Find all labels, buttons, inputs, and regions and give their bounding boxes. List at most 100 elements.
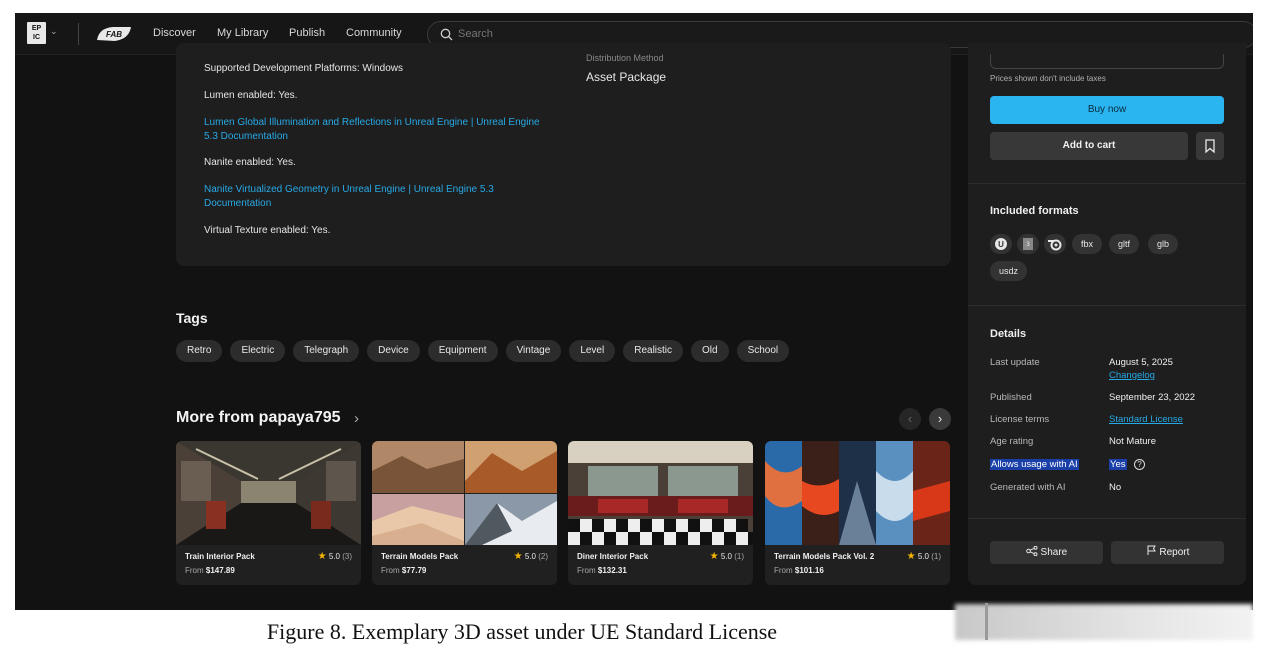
blender-icon bbox=[1044, 234, 1066, 254]
tag-chip[interactable]: Electric bbox=[230, 340, 286, 362]
nav-my-library-link[interactable]: My Library bbox=[217, 27, 268, 39]
figure-caption-text: Figure 8. Exemplary 3D asset under UE St… bbox=[266, 619, 778, 644]
fab-logo-icon[interactable]: FAB bbox=[95, 24, 133, 44]
price-prefix: From bbox=[381, 566, 400, 575]
technical-details-panel: Distribution Method Asset Package Suppor… bbox=[176, 43, 951, 266]
card-price-line: From $132.31 bbox=[577, 566, 627, 575]
tax-note: Prices shown don't include taxes bbox=[990, 74, 1106, 83]
card-rating: ★ 5.0 (1) bbox=[710, 551, 744, 562]
chevron-down-icon[interactable]: ⌄ bbox=[50, 26, 58, 37]
ai-usage-value: Yes bbox=[1109, 459, 1127, 470]
published-label: Published bbox=[990, 392, 1032, 403]
card-rating: ★ 5.0 (2) bbox=[514, 551, 548, 562]
tags-list: Retro Electric Telegraph Device Equipmen… bbox=[176, 340, 790, 364]
card-price: $101.16 bbox=[794, 566, 824, 575]
nav-discover-link[interactable]: Discover bbox=[153, 27, 196, 39]
terrain-vol2-thumbnail bbox=[765, 441, 950, 545]
figure-caption: Figure 8. Exemplary 3D asset under UE St… bbox=[0, 619, 1268, 645]
ai-usage-label-text: Allows usage with AI bbox=[990, 459, 1079, 470]
product-card[interactable]: Diner Interior Pack ★ 5.0 (1) From $132.… bbox=[568, 441, 753, 585]
ai-usage-label: Allows usage with AI bbox=[990, 459, 1079, 470]
supported-platforms-text: Supported Development Platforms: Windows bbox=[204, 63, 403, 74]
epic-games-logo-icon[interactable]: EP IC bbox=[27, 22, 46, 44]
add-to-cart-button[interactable]: Add to cart bbox=[990, 132, 1188, 160]
price-prefix: From bbox=[577, 566, 596, 575]
card-price-line: From $77.79 bbox=[381, 566, 426, 575]
age-rating-value: Not Mature bbox=[1109, 436, 1156, 447]
nanite-enabled-text: Nanite enabled: Yes. bbox=[204, 157, 296, 168]
tag-chip[interactable]: School bbox=[736, 340, 790, 362]
rating-count: (1) bbox=[931, 552, 941, 561]
distribution-method-value: Asset Package bbox=[586, 70, 667, 84]
license-select[interactable] bbox=[990, 54, 1224, 69]
tag-chip[interactable]: Vintage bbox=[505, 340, 562, 362]
tag-chip[interactable]: Level bbox=[569, 340, 616, 362]
svg-text:U: U bbox=[998, 240, 1004, 249]
card-title: Train Interior Pack bbox=[185, 552, 255, 561]
purchase-sidebar: Prices shown don't include taxes Buy now… bbox=[968, 43, 1246, 585]
report-label: Report bbox=[1159, 547, 1190, 558]
product-card[interactable]: Train Interior Pack ★ 5.0 (3) From $147.… bbox=[176, 441, 361, 585]
virtual-texture-text: Virtual Texture enabled: Yes. bbox=[204, 225, 331, 236]
standard-license-link[interactable]: Standard License bbox=[1109, 414, 1183, 425]
card-title: Terrain Models Pack bbox=[381, 552, 459, 561]
tag-chip[interactable]: Telegraph bbox=[293, 340, 360, 362]
bookmark-icon bbox=[1205, 139, 1215, 154]
chevron-right-icon[interactable]: › bbox=[354, 410, 359, 427]
card-price: $77.79 bbox=[401, 566, 427, 575]
price-prefix: From bbox=[774, 566, 793, 575]
nav-divider bbox=[78, 23, 79, 45]
tag-chip[interactable]: Retro bbox=[176, 340, 223, 362]
last-update-value: August 5, 2025 bbox=[1109, 357, 1173, 368]
tag-chip[interactable]: Device bbox=[367, 340, 420, 362]
carousel-next-button[interactable]: › bbox=[929, 408, 951, 430]
card-price: $132.31 bbox=[597, 566, 627, 575]
included-formats-heading: Included formats bbox=[990, 205, 1079, 217]
product-card[interactable]: Terrain Models Pack Vol. 2 ★ 5.0 (1) Fro… bbox=[765, 441, 950, 585]
buy-now-button[interactable]: Buy now bbox=[990, 96, 1224, 124]
card-rating: ★ 5.0 (3) bbox=[318, 551, 352, 562]
rating-value: 5.0 bbox=[917, 552, 929, 561]
tag-chip[interactable]: Equipment bbox=[427, 340, 498, 362]
last-update-label: Last update bbox=[990, 357, 1040, 368]
diner-interior-thumbnail bbox=[568, 441, 753, 545]
rating-count: (3) bbox=[342, 552, 352, 561]
tag-chip[interactable]: Realistic bbox=[623, 340, 684, 362]
nav-publish-link[interactable]: Publish bbox=[289, 27, 325, 39]
fab-product-page: EP IC ⌄ FAB Discover My Library Publish C… bbox=[15, 13, 1253, 610]
divider bbox=[968, 183, 1246, 184]
generated-ai-value: No bbox=[1109, 482, 1122, 493]
nav-community-link[interactable]: Community bbox=[346, 27, 402, 39]
format-chip: usdz bbox=[990, 261, 1028, 281]
star-icon: ★ bbox=[513, 551, 523, 562]
lumen-enabled-text: Lumen enabled: Yes. bbox=[204, 90, 298, 101]
card-price-line: From $147.89 bbox=[185, 566, 235, 575]
unreal-engine-icon: U bbox=[990, 234, 1012, 254]
card-title: Terrain Models Pack Vol. 2 bbox=[774, 552, 875, 561]
share-button[interactable]: Share bbox=[990, 541, 1103, 564]
tag-chip[interactable]: Old bbox=[691, 340, 729, 362]
carousel-prev-button[interactable]: ‹ bbox=[899, 408, 921, 430]
report-button[interactable]: Report bbox=[1111, 541, 1224, 564]
published-value: September 23, 2022 bbox=[1109, 392, 1196, 403]
share-label: Share bbox=[1040, 547, 1068, 558]
bookmark-button[interactable] bbox=[1196, 132, 1224, 160]
card-price: $147.89 bbox=[205, 566, 235, 575]
share-icon bbox=[1025, 545, 1038, 557]
rating-value: 5.0 bbox=[524, 552, 536, 561]
nanite-docs-link[interactable]: Nanite Virtualized Geometry in Unreal En… bbox=[204, 183, 544, 211]
star-icon: ★ bbox=[906, 551, 916, 562]
search-input[interactable] bbox=[458, 28, 758, 40]
format-chip: glb bbox=[1148, 234, 1179, 254]
rating-count: (1) bbox=[734, 552, 744, 561]
help-icon[interactable]: ? bbox=[1134, 459, 1145, 470]
lumen-docs-link[interactable]: Lumen Global Illumination and Reflection… bbox=[204, 116, 544, 144]
tags-heading: Tags bbox=[176, 310, 208, 326]
more-from-heading[interactable]: More from papaya795 bbox=[176, 409, 341, 427]
product-card[interactable]: Terrain Models Pack ★ 5.0 (2) From $77.7… bbox=[372, 441, 557, 585]
star-icon: ★ bbox=[317, 551, 327, 562]
changelog-link[interactable]: Changelog bbox=[1109, 370, 1155, 381]
generated-ai-label: Generated with AI bbox=[990, 482, 1066, 493]
license-terms-label: License terms bbox=[990, 414, 1050, 425]
train-interior-thumbnail bbox=[176, 441, 361, 545]
